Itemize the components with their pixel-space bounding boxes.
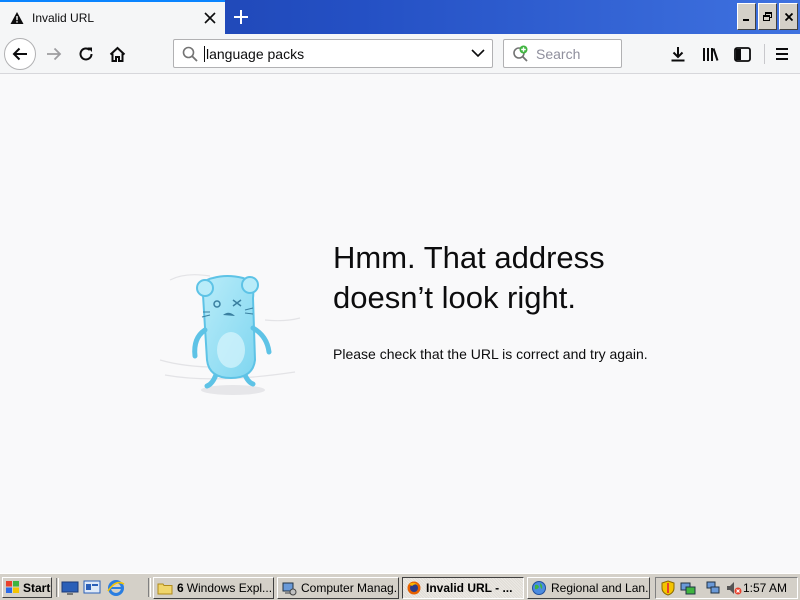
search-icon xyxy=(182,46,198,62)
taskbar-button-label: Computer Manag... xyxy=(301,581,399,595)
start-label: Start xyxy=(23,580,51,595)
download-icon xyxy=(671,47,685,62)
window-group-count: 6 xyxy=(177,581,184,595)
address-value: language packs xyxy=(206,45,305,62)
library-button[interactable] xyxy=(694,38,726,70)
explorer-icon[interactable] xyxy=(83,579,101,597)
menu-button[interactable] xyxy=(766,38,798,70)
library-icon xyxy=(702,48,718,61)
restore-button[interactable] xyxy=(758,3,777,30)
downloads-button[interactable] xyxy=(662,38,694,70)
home-icon xyxy=(109,46,125,62)
taskbar-button-windows-explorer[interactable]: 6 Windows Expl... xyxy=(153,577,274,599)
sidebar-button[interactable] xyxy=(726,38,758,70)
system-tray: 1:57 AM xyxy=(655,577,798,599)
address-input[interactable]: language packs xyxy=(204,45,464,62)
close-tab-icon[interactable] xyxy=(195,3,225,33)
chevron-down-icon xyxy=(471,49,485,58)
error-illustration xyxy=(155,260,305,400)
restore-icon xyxy=(763,12,772,21)
error-description: Please check that the URL is correct and… xyxy=(333,346,648,362)
home-button[interactable] xyxy=(101,38,133,70)
forward-icon xyxy=(47,47,62,61)
plus-icon xyxy=(234,10,248,24)
error-page: Hmm. That address doesn’t look right. Pl… xyxy=(0,75,800,573)
security-shield-icon[interactable] xyxy=(660,580,676,596)
firefox-icon xyxy=(407,581,421,595)
minimize-button[interactable] xyxy=(737,3,756,30)
error-heading-line2: doesn’t look right. xyxy=(333,280,576,315)
taskbar-grip xyxy=(56,578,59,597)
taskbar-button-label: Invalid URL - ... xyxy=(426,581,513,595)
taskbar: Start 6 Windows Expl... Computer Manag...… xyxy=(0,573,800,600)
minimize-icon xyxy=(742,18,749,21)
internet-explorer-icon[interactable] xyxy=(107,579,125,597)
menu-icon xyxy=(776,48,788,60)
new-tab-button[interactable] xyxy=(228,4,254,30)
globe-icon xyxy=(532,581,546,595)
computer-management-icon xyxy=(282,582,297,596)
network-icon[interactable] xyxy=(680,580,696,596)
tab-title: Invalid URL xyxy=(32,11,95,25)
close-window-button[interactable] xyxy=(779,3,798,30)
taskbar-button-label: Windows Expl... xyxy=(186,581,273,595)
navigation-toolbar: language packs Search xyxy=(0,34,800,74)
volume-muted-icon[interactable] xyxy=(726,580,742,596)
address-bar[interactable]: language packs xyxy=(173,39,493,68)
confused-bear-illustration-icon xyxy=(159,274,301,395)
search-placeholder: Search xyxy=(536,45,581,62)
error-heading: Hmm. That address doesn’t look right. xyxy=(333,238,733,318)
taskbar-button-label: Regional and Lan... xyxy=(551,581,650,595)
show-desktop-icon[interactable] xyxy=(61,579,79,597)
reload-button[interactable] xyxy=(70,38,102,70)
reload-icon xyxy=(79,47,93,61)
sidebar-icon xyxy=(733,46,751,62)
search-bar[interactable]: Search xyxy=(503,39,622,68)
window-controls xyxy=(737,3,798,30)
back-button[interactable] xyxy=(4,38,36,70)
search-add-icon xyxy=(513,45,528,62)
folder-icon xyxy=(157,583,173,595)
clock[interactable]: 1:57 AM xyxy=(743,581,787,595)
taskbar-button-computer-management[interactable]: Computer Manag... xyxy=(277,577,399,599)
close-icon xyxy=(784,12,793,21)
windows-logo-icon xyxy=(6,581,19,593)
taskbar-button-firefox[interactable]: Invalid URL - ... xyxy=(402,577,524,599)
network-connection-icon[interactable] xyxy=(706,580,722,596)
text-cursor xyxy=(204,45,205,62)
taskbar-button-regional-language[interactable]: Regional and Lan... xyxy=(527,577,650,599)
warning-icon xyxy=(10,11,24,25)
start-button[interactable]: Start xyxy=(2,577,52,598)
forward-button[interactable] xyxy=(38,38,70,70)
taskbar-grip xyxy=(148,578,151,597)
url-dropdown-button[interactable] xyxy=(464,40,492,67)
toolbar-separator xyxy=(764,44,765,64)
tab-strip: Invalid URL xyxy=(0,0,800,34)
error-heading-line1: Hmm. That address xyxy=(333,240,605,275)
tab-invalid-url[interactable]: Invalid URL xyxy=(0,0,225,34)
back-icon xyxy=(12,47,27,61)
